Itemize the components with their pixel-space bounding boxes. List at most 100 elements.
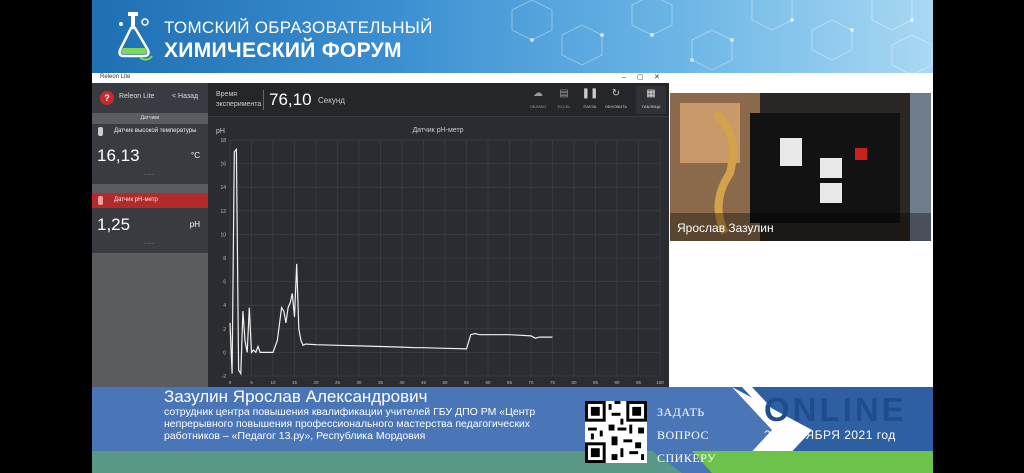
y-tick-label: 6 — [223, 280, 226, 286]
x-tick-label: 30 — [356, 380, 362, 385]
x-tick-label: 95 — [636, 380, 642, 385]
sensor-header-active: Датчик pH-метр — [92, 193, 208, 208]
y-tick-label: 8 — [223, 256, 226, 262]
excel-button[interactable]: ▤ EXCEL — [552, 88, 576, 109]
x-axis-ticks: 0 5 10 15 20 25 30 35 40 45 50 55 60 65 70 75 80 85 90 95 10… — [229, 380, 665, 385]
releon-app-window: Releon Lite ‒ ▢ ✕ ? Releon Lite < Назад … — [92, 73, 669, 387]
speaker-desc-line: сотрудник центра повышения квалификации … — [164, 406, 536, 418]
maximize-button[interactable]: ▢ — [637, 73, 644, 83]
ask-line: ВОПРОС — [657, 428, 709, 442]
back-button[interactable]: < Назад — [172, 93, 198, 100]
sensor-card-ph[interactable]: Датчик pH-метр 1,25 pH ◦◦◦◦ — [92, 193, 208, 253]
y-tick-label: 12 — [220, 209, 226, 215]
cloud-button-label: ОБЛАКО — [529, 104, 547, 109]
sidebar-header: ? Releon Lite < Назад — [92, 83, 208, 113]
excel-icon: ▤ — [559, 88, 569, 99]
banner-title-line1: ТОМСКИЙ ОБРАЗОВАТЕЛЬНЫЙ — [164, 18, 433, 37]
qr-code-icon[interactable] — [585, 401, 647, 463]
x-tick-label: 55 — [464, 380, 470, 385]
x-tick-label: 40 — [399, 380, 405, 385]
time-label-1: Время — [216, 91, 238, 98]
speaker-desc-line: работников – «Педагог 13.ру», Республика… — [164, 430, 426, 442]
sensor-menu-dots[interactable]: ◦◦◦◦ — [144, 172, 155, 178]
x-tick-label: 80 — [571, 380, 577, 385]
experiment-time-value: 76,10 — [269, 90, 312, 109]
window-titlebar: Releon Lite ‒ ▢ ✕ — [92, 73, 669, 83]
sensor-name: Датчик высокой температуры — [114, 128, 197, 134]
cloud-button[interactable]: ☁ ОБЛАКО — [526, 88, 550, 109]
sensor-header: Датчик высокой температуры — [92, 124, 208, 139]
y-tick-label: 0 — [223, 350, 226, 356]
banner-title-line2: ХИМИЧЕСКИЙ ФОРУМ — [164, 39, 402, 62]
table-icon: ▦ — [646, 88, 656, 99]
time-label-2: эксперимента — [216, 101, 262, 108]
refresh-icon: ↻ — [611, 88, 621, 99]
experiment-toolbar: Время эксперимента 76,10 Секунд ☁ ОБЛАКО… — [208, 83, 669, 117]
speaker-description: сотрудник центра повышения квалификации … — [164, 406, 564, 442]
sensor-sidebar: ? Releon Lite < Назад Датчики Датчик выс… — [92, 83, 208, 387]
chart-grid — [229, 139, 661, 377]
experiment-time-unit: Секунд — [318, 96, 345, 105]
y-tick-label: 16 — [220, 162, 226, 168]
x-tick-label: 35 — [378, 380, 384, 385]
y-tick-label: 2 — [223, 327, 226, 333]
x-tick-label: 90 — [614, 380, 620, 385]
event-dates: 2-3 НОЯБРЯ 2021 год — [764, 428, 896, 442]
flask-logo-icon — [118, 12, 153, 61]
minimize-button[interactable]: ‒ — [622, 73, 626, 83]
x-tick-label: 25 — [335, 380, 341, 385]
thermometer-icon — [98, 127, 103, 136]
sensor-card-temperature[interactable]: Датчик высокой температуры 16,13 °C ◦◦◦◦ — [92, 124, 208, 184]
x-tick-label: 70 — [528, 380, 534, 385]
x-tick-label: 10 — [270, 380, 276, 385]
sensor-value: 1,25 — [97, 215, 131, 234]
speaker-full-name: Зазулин Ярослав Александрович — [164, 387, 428, 406]
excel-button-label: EXCEL — [557, 104, 571, 109]
webcam-speaker-name: Ярослав Зазулин — [677, 221, 774, 235]
pause-icon: ❚❚ — [581, 88, 599, 99]
x-tick-label: 60 — [485, 380, 491, 385]
y-tick-label: 14 — [220, 185, 226, 191]
lower-third: Зазулин Ярослав Александрович сотрудник … — [92, 387, 933, 473]
y-axis-label: pH — [216, 128, 225, 135]
table-button[interactable]: ▦ ТАБЛИЦА — [636, 86, 666, 114]
stream-frame: ТОМСКИЙ ОБРАЗОВАТЕЛЬНЫЙ ХИМИЧЕСКИЙ ФОРУМ… — [92, 0, 933, 473]
forum-banner: ТОМСКИЙ ОБРАЗОВАТЕЛЬНЫЙ ХИМИЧЕСКИЙ ФОРУМ — [92, 0, 933, 73]
pause-button-label: ПАУЗА — [583, 104, 597, 109]
flask-icon — [98, 196, 103, 205]
releon-logo-icon: ? — [100, 91, 114, 105]
sensor-unit: pH — [189, 220, 200, 229]
sensor-value: 16,13 — [97, 146, 140, 165]
x-tick-label: 0 — [229, 380, 232, 385]
ph-series-line — [229, 147, 553, 376]
pause-button[interactable]: ❚❚ ПАУЗА — [578, 88, 602, 109]
sensor-menu-dots[interactable]: ◦◦◦◦ — [144, 241, 155, 247]
online-label: ONLINE — [764, 391, 907, 428]
refresh-button-label: ОБНОВИТЬ — [604, 104, 628, 109]
chart-title: Датчик pH-метр — [412, 127, 463, 134]
x-tick-label: 5 — [250, 380, 253, 385]
ask-line: ЗАДАТЬ — [657, 405, 705, 419]
sidebar-app-name: Releon Lite — [119, 93, 155, 100]
sensor-unit: °C — [191, 151, 200, 160]
refresh-button[interactable]: ↻ ОБНОВИТЬ — [604, 88, 628, 109]
toolbar-divider — [263, 90, 264, 110]
x-tick-label: 45 — [421, 380, 427, 385]
sensor-name: Датчик pH-метр — [114, 197, 158, 203]
ph-chart: -2024681012141618 0 5 10 15 20 25 30 35 40 45 50 55… — [216, 127, 665, 385]
ask-question-block[interactable]: ЗАДАТЬ ВОПРОС СПИКЕРУ — [657, 401, 716, 470]
ask-line: СПИКЕРУ — [657, 451, 717, 465]
webcam-image — [670, 93, 931, 241]
experiment-panel: Время эксперимента 76,10 Секунд ☁ ОБЛАКО… — [208, 83, 669, 387]
x-tick-label: 50 — [442, 380, 448, 385]
cloud-icon: ☁ — [533, 88, 543, 99]
close-button[interactable]: ✕ — [654, 73, 660, 83]
y-tick-label: 18 — [220, 138, 226, 144]
x-tick-label: 85 — [593, 380, 599, 385]
x-tick-label: 65 — [507, 380, 513, 385]
x-tick-label: 20 — [313, 380, 319, 385]
speaker-webcam: Ярослав Зазулин — [670, 93, 931, 241]
y-tick-label: -2 — [222, 374, 227, 380]
y-tick-label: 10 — [220, 232, 226, 238]
x-tick-label: 100 — [656, 380, 664, 385]
